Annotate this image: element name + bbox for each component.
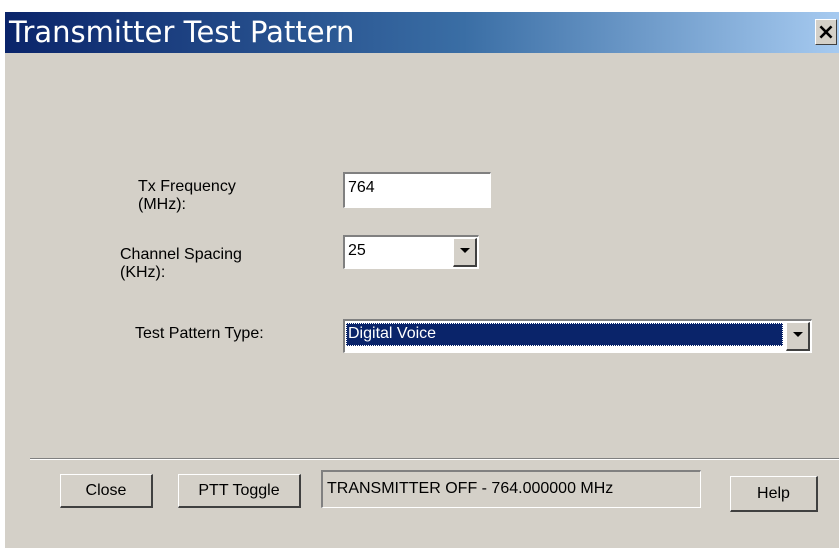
ptt-toggle-button[interactable]: PTT Toggle	[178, 474, 301, 508]
title-bar[interactable]: Transmitter Test Pattern ×	[5, 12, 839, 53]
channel-spacing-label: Channel Spacing (KHz):	[120, 246, 242, 281]
help-button[interactable]: Help	[730, 476, 818, 512]
tx-frequency-label: Tx Frequency (MHz):	[138, 178, 236, 213]
window-title: Transmitter Test Pattern	[9, 15, 355, 49]
close-button[interactable]: Close	[60, 474, 153, 508]
channel-spacing-value: 25	[348, 242, 366, 259]
channel-spacing-select[interactable]: 25	[343, 235, 479, 269]
transmitter-status-field: TRANSMITTER OFF - 764.000000 MHz	[321, 470, 701, 508]
test-pattern-type-select[interactable]: Digital Voice	[343, 319, 812, 353]
footer-separator	[30, 458, 839, 460]
close-icon[interactable]: ×	[815, 19, 837, 45]
test-pattern-type-label: Test Pattern Type:	[135, 325, 264, 342]
test-pattern-type-value: Digital Voice	[346, 323, 783, 346]
tx-frequency-input[interactable]: 764	[343, 172, 491, 208]
dialog-body: Tx Frequency (MHz): 764 Channel Spacing …	[5, 53, 839, 548]
transmitter-test-pattern-dialog: Transmitter Test Pattern × Tx Frequency …	[0, 0, 839, 548]
chevron-down-icon[interactable]	[453, 238, 477, 267]
chevron-down-icon[interactable]	[786, 322, 810, 351]
